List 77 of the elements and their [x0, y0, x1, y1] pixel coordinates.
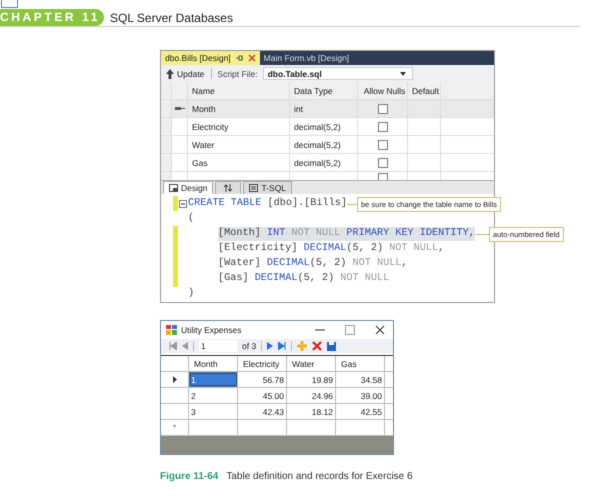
- script-icon[interactable]: [249, 184, 258, 192]
- leader-line: [474, 234, 489, 235]
- new-row-marker: *: [172, 423, 176, 432]
- window-title: Utility Expenses: [181, 325, 242, 335]
- document-tab[interactable]: Main Form.vb [Design]: [260, 51, 354, 65]
- dropdown-caret-icon[interactable]: [400, 72, 406, 76]
- app-icon[interactable]: [166, 325, 177, 335]
- table-cell[interactable]: 2: [189, 388, 238, 403]
- table-cell: Electricity: [188, 118, 290, 135]
- column-header[interactable]: Name: [188, 82, 290, 99]
- last-record-icon[interactable]: [278, 342, 286, 350]
- view-tab[interactable]: T-SQL: [243, 181, 292, 194]
- table-cell: Gas: [188, 154, 290, 171]
- checkbox[interactable]: [378, 122, 388, 132]
- table-cell: int: [290, 100, 358, 117]
- table-cell[interactable]: 34.58: [336, 372, 385, 387]
- code-line: ): [188, 287, 194, 302]
- next-record-icon[interactable]: [267, 342, 274, 350]
- column-header[interactable]: Data Type: [290, 82, 358, 99]
- chapter-label: CHAPTER 11: [0, 9, 104, 26]
- swap-panes-button[interactable]: [215, 181, 242, 194]
- column-header[interactable]: Electricity: [238, 356, 287, 371]
- table-cell[interactable]: 24.96: [287, 388, 336, 403]
- up-arrow-icon[interactable]: [166, 68, 174, 78]
- table-cell: decimal(5,2): [290, 118, 358, 135]
- code-line: [Electricity] DECIMAL(5, 2) NOT NULL,: [217, 242, 444, 256]
- table-cell[interactable]: 42.55: [336, 404, 385, 419]
- table-cell[interactable]: 1: [189, 372, 238, 387]
- table-cell: decimal(5,2): [290, 136, 358, 153]
- column-header[interactable]: Month: [189, 356, 238, 371]
- checkbox[interactable]: [378, 158, 388, 168]
- table-cell: decimal(5,2): [290, 154, 358, 171]
- column-header[interactable]: Allow Nulls: [358, 82, 408, 99]
- code-line: CREATE TABLE [dbo].[Bills]: [188, 196, 347, 211]
- view-tab[interactable]: Design: [163, 181, 214, 194]
- column-header[interactable]: Water: [287, 356, 336, 371]
- script-file-dropdown[interactable]: dbo.Table.sql: [262, 67, 413, 80]
- document-tab[interactable]: dbo.Bills [Design]: [161, 51, 260, 65]
- code-line: [Water] DECIMAL(5, 2) NOT NULL,: [217, 257, 408, 272]
- table-cell[interactable]: 45.00: [238, 388, 287, 403]
- collapse-icon[interactable]: [179, 200, 187, 208]
- code-line: (: [188, 212, 194, 226]
- table-cell[interactable]: 56.78: [238, 372, 287, 387]
- column-header[interactable]: Gas: [336, 356, 385, 371]
- pin-icon[interactable]: [234, 54, 244, 62]
- table-cell[interactable]: 3: [189, 404, 238, 419]
- first-record-icon[interactable]: [169, 342, 177, 350]
- code-line: [Gas] DECIMAL(5, 2) NOT NULL: [217, 272, 390, 286]
- checkbox[interactable]: [378, 104, 388, 114]
- delete-icon[interactable]: [312, 341, 322, 351]
- checkbox[interactable]: [378, 140, 388, 150]
- figure-label: Figure 11-64: [160, 471, 218, 482]
- table-cell[interactable]: 18.12: [287, 404, 336, 419]
- table-row[interactable]: Gas decimal(5,2): [161, 154, 494, 172]
- swap-arrows-icon[interactable]: [224, 184, 232, 192]
- table-cell: Month: [188, 100, 290, 117]
- chapter-title: SQL Server Databases: [110, 10, 233, 24]
- design-icon[interactable]: [169, 184, 178, 192]
- column-header[interactable]: Default: [408, 82, 441, 99]
- table-cell[interactable]: 19.89: [287, 372, 336, 387]
- table-cell[interactable]: 42.43: [238, 404, 287, 419]
- record-count: of 3: [242, 341, 256, 351]
- table-cell[interactable]: 39.00: [336, 388, 385, 403]
- previous-record-icon[interactable]: [182, 342, 188, 350]
- leader-line: [346, 204, 357, 205]
- maximize-icon[interactable]: [345, 325, 355, 335]
- corner-mark: [1, 0, 18, 8]
- table-row[interactable]: Month int: [161, 100, 494, 118]
- position-field[interactable]: 1: [199, 340, 237, 352]
- table-row[interactable]: Water decimal(5,2): [161, 136, 494, 154]
- table-row[interactable]: Electricity decimal(5,2): [161, 118, 494, 136]
- save-icon[interactable]: [327, 342, 336, 350]
- update-button[interactable]: Update: [164, 68, 206, 78]
- close-icon[interactable]: [375, 325, 385, 335]
- table-cell: Water: [188, 136, 290, 153]
- script-file-label: Script File:: [217, 68, 258, 78]
- caption-text: Table definition and records for Exercise 6: [226, 471, 413, 482]
